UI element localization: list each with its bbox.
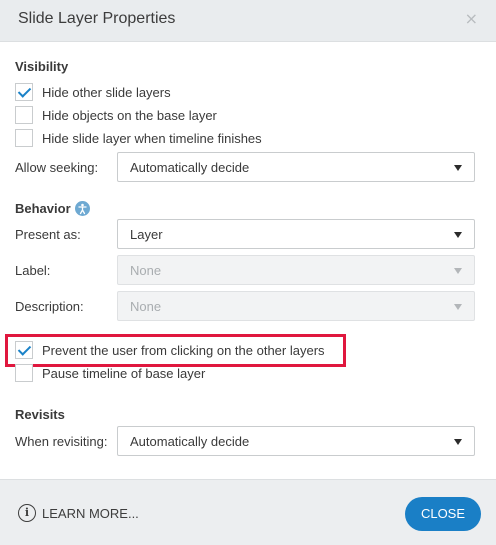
hide-other-layers-option[interactable]: Hide other slide layers — [15, 82, 171, 102]
visibility-heading: Visibility — [15, 59, 69, 74]
label-select: None — [117, 255, 475, 285]
when-revisiting-label: When revisiting: — [15, 434, 108, 449]
info-icon: i — [18, 504, 36, 522]
behavior-heading: Behavior — [15, 201, 71, 216]
prevent-click-option[interactable]: Prevent the user from clicking on the ot… — [15, 340, 325, 360]
pause-timeline-checkbox[interactable] — [15, 364, 33, 382]
description-select: None — [117, 291, 475, 321]
present-as-label: Present as: — [15, 227, 81, 242]
when-revisiting-value: Automatically decide — [130, 434, 250, 449]
allow-seeking-label: Allow seeking: — [15, 160, 99, 175]
hide-other-layers-label: Hide other slide layers — [42, 84, 171, 100]
hide-base-objects-checkbox[interactable] — [15, 106, 33, 124]
label-value: None — [130, 263, 162, 278]
description-value: None — [130, 299, 162, 314]
chevron-down-icon — [454, 304, 462, 310]
pause-timeline-label: Pause timeline of base layer — [42, 365, 206, 381]
when-revisiting-select[interactable]: Automatically decide — [117, 426, 475, 456]
learn-more-link[interactable]: i LEARN MORE... — [18, 504, 139, 522]
slide-layer-properties-dialog: Slide Layer Properties × Visibility Hide… — [0, 0, 496, 545]
hide-when-timeline-finishes-checkbox[interactable] — [15, 129, 33, 147]
chevron-down-icon — [454, 232, 462, 238]
pause-timeline-option[interactable]: Pause timeline of base layer — [15, 363, 205, 383]
hide-other-layers-checkbox[interactable] — [15, 83, 33, 101]
present-as-value: Layer — [130, 227, 163, 242]
accessibility-info-icon[interactable] — [75, 201, 90, 216]
label-field-label: Label: — [15, 263, 51, 278]
revisits-heading: Revisits — [15, 407, 65, 422]
allow-seeking-select[interactable]: Automatically decide — [117, 152, 475, 182]
dialog-title: Slide Layer Properties — [18, 10, 176, 27]
dialog-footer: i LEARN MORE... CLOSE — [0, 479, 496, 545]
chevron-down-icon — [454, 268, 462, 274]
allow-seeking-value: Automatically decide — [130, 160, 250, 175]
prevent-click-checkbox[interactable] — [15, 341, 33, 359]
dialog-titlebar: Slide Layer Properties × — [0, 0, 496, 42]
chevron-down-icon — [454, 165, 462, 171]
present-as-select[interactable]: Layer — [117, 219, 475, 249]
close-icon[interactable]: × — [465, 9, 478, 28]
hide-base-objects-label: Hide objects on the base layer — [42, 107, 217, 123]
hide-when-timeline-finishes-option[interactable]: Hide slide layer when timeline finishes — [15, 128, 262, 148]
prevent-click-label: Prevent the user from clicking on the ot… — [42, 342, 325, 358]
close-button[interactable]: CLOSE — [405, 497, 481, 531]
hide-when-timeline-finishes-label: Hide slide layer when timeline finishes — [42, 130, 262, 146]
hide-base-objects-option[interactable]: Hide objects on the base layer — [15, 105, 217, 125]
learn-more-label: LEARN MORE... — [42, 505, 139, 521]
chevron-down-icon — [454, 439, 462, 445]
description-field-label: Description: — [15, 299, 84, 314]
